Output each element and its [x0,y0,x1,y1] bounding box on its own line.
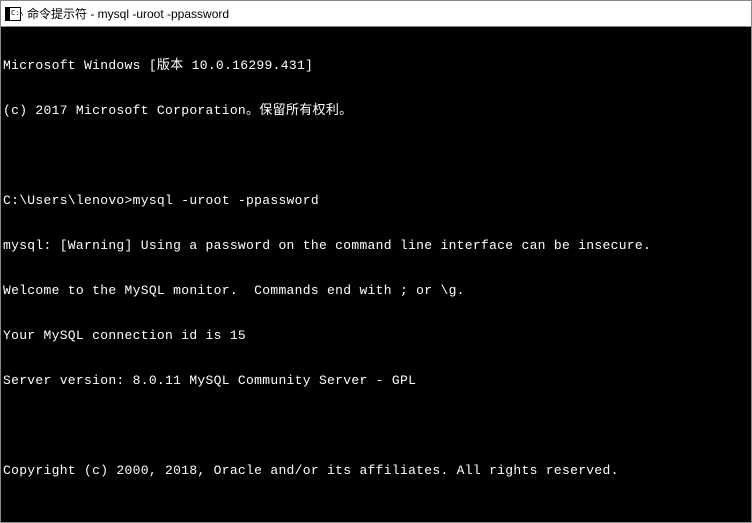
output-line: Your MySQL connection id is 15 [3,328,749,343]
window-title: 命令提示符 - mysql -uroot -ppassword [27,5,229,22]
output-line [3,148,749,163]
cmd-icon [5,7,21,21]
output-line: (c) 2017 Microsoft Corporation。保留所有权利。 [3,103,749,118]
terminal-output[interactable]: Microsoft Windows [版本 10.0.16299.431] (c… [1,27,751,522]
output-line: Microsoft Windows [版本 10.0.16299.431] [3,58,749,73]
command-prompt-window: 命令提示符 - mysql -uroot -ppassword Microsof… [0,0,752,523]
output-line: Server version: 8.0.11 MySQL Community S… [3,373,749,388]
prompt-line: C:\Users\lenovo>mysql -uroot -ppassword [3,193,749,208]
output-line: Copyright (c) 2000, 2018, Oracle and/or … [3,463,749,478]
output-line [3,508,749,522]
output-line: mysql: [Warning] Using a password on the… [3,238,749,253]
titlebar[interactable]: 命令提示符 - mysql -uroot -ppassword [1,1,751,27]
output-line: Welcome to the MySQL monitor. Commands e… [3,283,749,298]
output-line [3,418,749,433]
